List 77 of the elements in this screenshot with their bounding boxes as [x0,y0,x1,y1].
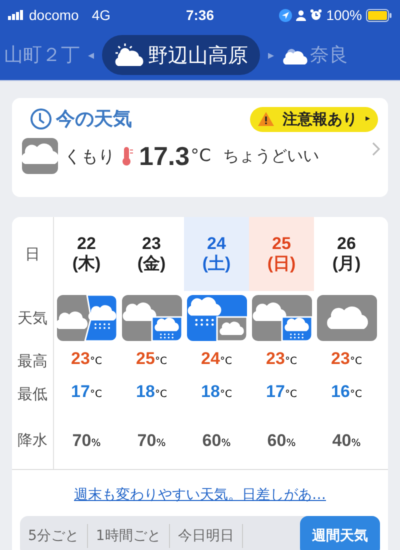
precipitation-value: 60 [202,431,222,451]
percent-unit: % [156,438,166,449]
row-label: 最高 [12,345,54,378]
view-tab[interactable]: 5分ごと [20,524,88,548]
temperature-unit: °C [350,389,362,400]
high-temperature: 23 [266,349,285,369]
row-label: 最低 [12,378,54,411]
high-temperature: 23 [71,349,90,369]
weather-icon [316,295,376,341]
temperature-unit: °C [220,389,232,400]
date-header: 26 (月) [331,232,362,275]
warning-icon [258,112,274,126]
low-temperature: 18 [201,382,220,402]
temperature-unit: °C [220,356,232,367]
previous-arrow[interactable]: ◂ [88,48,94,62]
row-label: 天気 [12,291,54,345]
date-header: 23 (金) [136,232,167,275]
network-type: 4G [92,7,110,23]
precipitation-value: 60 [267,431,286,451]
location-tab[interactable]: 奈良 [282,42,348,68]
view-tab[interactable]: 今日明日 [170,524,243,548]
high-temperature: 25 [136,349,155,369]
weather-icon [56,295,116,341]
current-weather-card[interactable]: 今の天気 注意報あり ▸ くもり 17.3°C ちょうどいい [12,98,388,197]
low-temperature: 16 [331,382,350,402]
temperature-unit: °C [154,389,167,400]
temperature-value: 17.3 [139,140,190,172]
percent-unit: % [286,438,296,449]
temperature-unit: °C [284,356,297,367]
high-temperature: 23 [331,349,350,369]
clock-icon [30,108,52,130]
clock-time: 7:36 [186,7,214,23]
temperature-unit: °C [350,356,362,367]
high-temperature: 24 [201,349,220,369]
temperature-unit: °C [190,146,211,166]
comfort-text: ちょうどいい [222,146,319,166]
location-arrow-icon [279,8,292,22]
precipitation-value: 40 [332,431,352,451]
location-tab[interactable]: 山町２丁 [4,42,80,68]
precipitation-value: 70 [137,431,156,451]
chevron-right-icon [372,142,380,156]
weather-icon [186,295,246,341]
carrier-name: docomo [29,7,79,23]
view-tab[interactable]: 週間天気 [300,516,380,550]
low-temperature: 18 [136,382,155,402]
percent-unit: % [221,438,231,449]
view-tab[interactable]: 1時間ごと [88,524,170,548]
percent-unit: % [91,438,101,449]
cloud-icon [22,138,58,174]
sun-cloud-icon [114,43,144,67]
alert-badge[interactable]: 注意報あり ▸ [250,106,378,132]
next-arrow[interactable]: ▸ [268,48,274,62]
temperature-unit: °C [90,356,102,367]
precipitation-value: 70 [72,431,92,451]
temperature-unit: °C [284,389,297,400]
person-icon [296,10,306,20]
row-label: 降水 [12,411,54,469]
date-header: 22 (木) [71,232,102,275]
weather-icon [252,295,312,341]
date-header: 24 (土) [184,217,249,291]
battery-icon [366,8,392,22]
date-header: 25 (日) [249,217,314,291]
low-temperature: 17 [71,382,90,402]
low-temperature: 17 [266,382,285,402]
percent-unit: % [351,438,361,449]
temperature-unit: °C [90,389,102,400]
thermometer-icon [121,146,133,166]
current-weather-title: 今の天気 [56,107,132,132]
row-label: 日 [12,217,54,291]
battery-percent: 100% [326,7,362,23]
weather-icon [122,295,182,341]
forecast-headline-link[interactable]: 週末も変わりやすい天気。日差しがあ… [74,486,326,504]
condition-text: くもり [64,146,115,168]
current-location-tab[interactable]: 野辺山高原 [102,35,260,75]
temperature-unit: °C [154,356,167,367]
alarm-clock-icon [310,9,322,21]
signal-icon [8,10,24,20]
